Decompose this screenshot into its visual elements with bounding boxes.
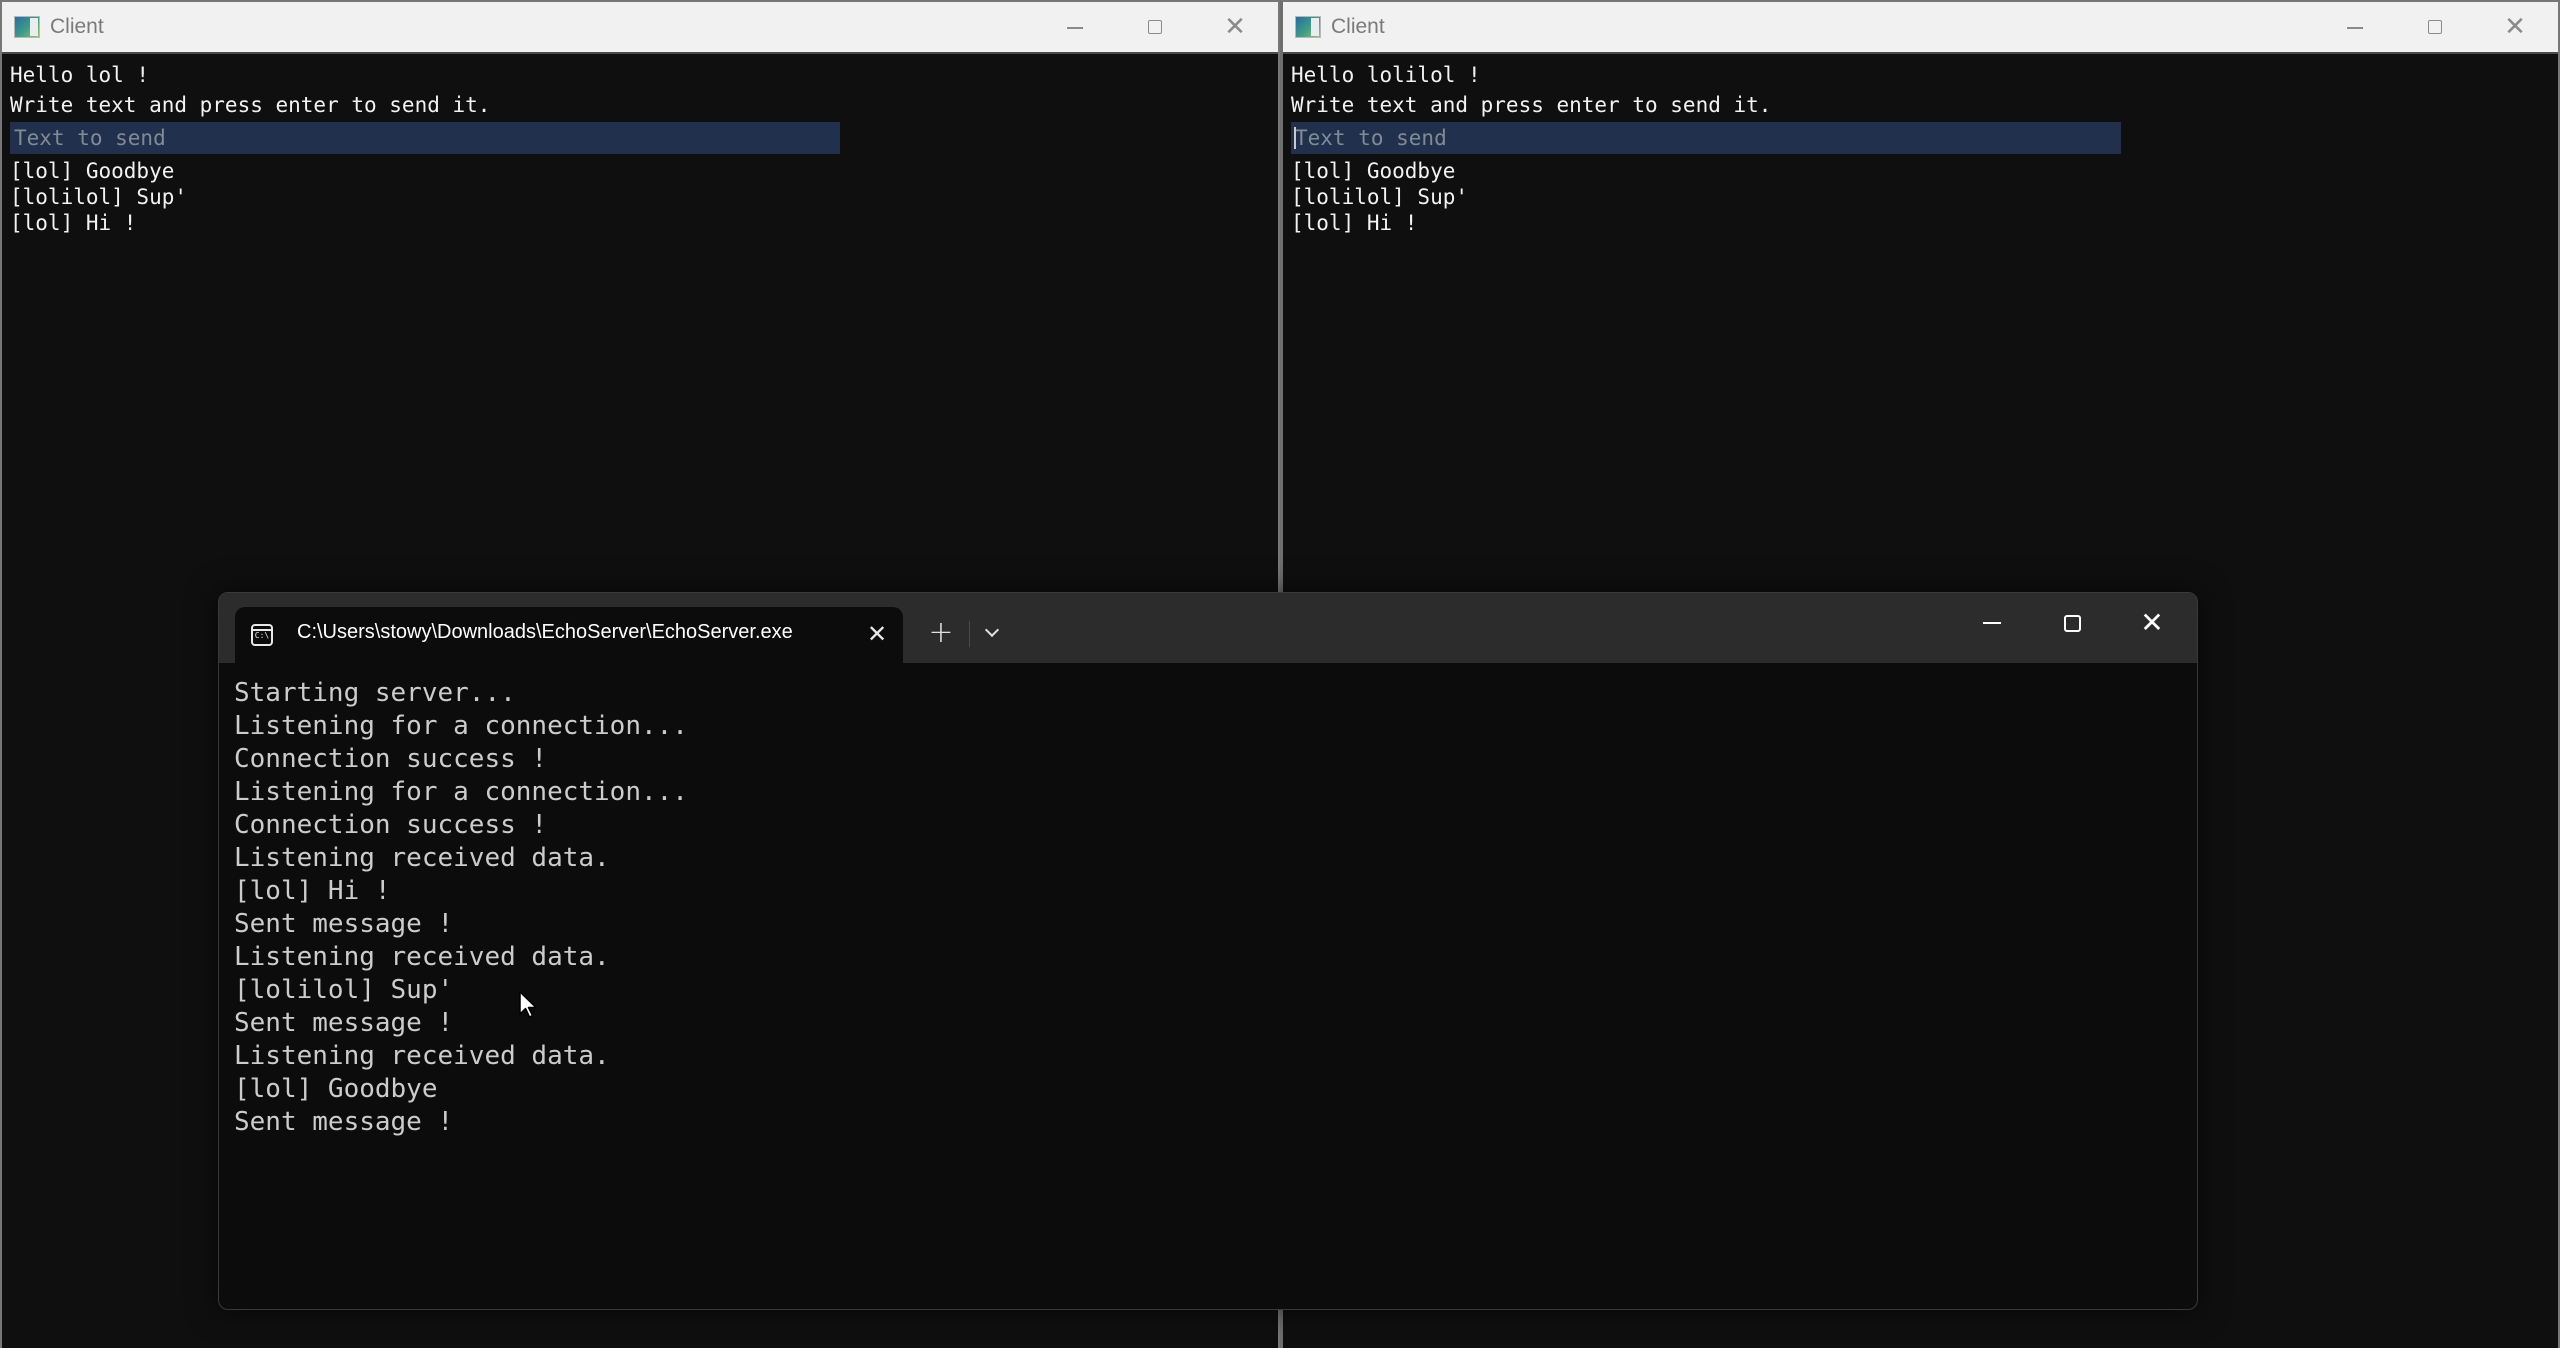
maximize-icon [2428, 20, 2442, 34]
message-list: [lol] Goodbye [lolilol] Sup' [lol] Hi ! [1291, 158, 2558, 236]
message-item: [lol] Goodbye [10, 159, 175, 183]
message-list: [lol] Goodbye [lolilol] Sup' [lol] Hi ! [10, 158, 1278, 236]
app-icon [1295, 16, 1321, 38]
output-line: [lol] Goodbye [234, 1074, 438, 1104]
close-icon: ✕ [866, 620, 888, 648]
minimize-icon [1983, 622, 2001, 624]
message-input[interactable]: Text to send [10, 122, 840, 154]
maximize-icon [1148, 20, 1162, 34]
message-input[interactable]: Text to send [1291, 122, 2121, 154]
output-line: Sent message ! [234, 909, 454, 939]
minimize-icon [1067, 27, 1083, 29]
output-line: Listening received data. [234, 843, 610, 873]
output-line: Starting server... [234, 678, 516, 708]
output-line: Listening received data. [234, 942, 610, 972]
terminal-maximize-button[interactable] [2037, 601, 2107, 645]
window-title: Client [50, 15, 104, 38]
minimize-button[interactable] [1040, 2, 1110, 52]
terminal-tab[interactable]: C:\ C:\Users\stowy\Downloads\EchoServer\… [235, 607, 903, 663]
greeting-text: Hello lol ! [10, 63, 150, 87]
maximize-button[interactable] [1120, 2, 1190, 52]
client-titlebar[interactable]: Client ✕ [2, 2, 1278, 54]
console-icon: C:\ [251, 624, 273, 646]
close-icon: ✕ [2504, 12, 2526, 42]
new-tab-button[interactable]: + [923, 615, 959, 651]
client-content: Hello lolilol ! Write text and press ent… [1291, 60, 2558, 236]
terminal-tabbar[interactable]: C:\ C:\Users\stowy\Downloads\EchoServer\… [219, 593, 2197, 663]
close-icon: ✕ [1224, 12, 1246, 42]
tab-close-button[interactable]: ✕ [863, 617, 891, 651]
maximize-icon [2063, 614, 2081, 632]
plus-icon: + [928, 615, 954, 650]
desktop: Client ✕ Hello lol ! Write text and pres… [0, 0, 2560, 1348]
app-icon [14, 16, 40, 38]
instruction-text: Write text and press enter to send it. [10, 93, 491, 117]
message-item: [lol] Hi ! [1291, 211, 1418, 235]
terminal-window: C:\ C:\Users\stowy\Downloads\EchoServer\… [218, 592, 2198, 1310]
output-line: Connection success ! [234, 744, 548, 774]
terminal-minimize-button[interactable] [1957, 601, 2027, 645]
output-line: Listening for a connection... [234, 777, 688, 807]
tab-title: C:\Users\stowy\Downloads\EchoServer\Echo… [297, 621, 793, 643]
tab-separator [969, 621, 970, 647]
output-line: Listening for a connection... [234, 711, 688, 741]
output-line: Sent message ! [234, 1107, 454, 1137]
tab-dropdown-button[interactable] [977, 615, 1007, 651]
output-line: [lol] Hi ! [234, 876, 391, 906]
close-button[interactable]: ✕ [2480, 2, 2550, 52]
client-titlebar[interactable]: Client ✕ [1283, 2, 2558, 54]
maximize-button[interactable] [2400, 2, 2470, 52]
greeting-text: Hello lolilol ! [1291, 63, 1481, 87]
message-item: [lol] Goodbye [1291, 159, 1456, 183]
instruction-text: Write text and press enter to send it. [1291, 93, 1772, 117]
message-item: [lol] Hi ! [10, 211, 137, 235]
mouse-cursor-icon [519, 991, 537, 1018]
minimize-icon [2347, 27, 2363, 29]
output-line: [lolilol] Sup' [234, 975, 454, 1005]
output-line: Sent message ! [234, 1008, 454, 1038]
message-item: [lolilol] Sup' [10, 185, 188, 209]
chevron-down-icon [984, 622, 1000, 638]
close-button[interactable]: ✕ [1200, 2, 1270, 52]
terminal-output[interactable]: Starting server... Listening for a conne… [234, 677, 688, 1139]
terminal-close-button[interactable]: ✕ [2117, 601, 2187, 645]
client-content: Hello lol ! Write text and press enter t… [10, 60, 1278, 236]
window-title: Client [1331, 15, 1385, 38]
close-icon: ✕ [2140, 606, 2164, 639]
output-line: Connection success ! [234, 810, 548, 840]
output-line: Listening received data. [234, 1041, 610, 1071]
message-item: [lolilol] Sup' [1291, 185, 1469, 209]
minimize-button[interactable] [2320, 2, 2390, 52]
